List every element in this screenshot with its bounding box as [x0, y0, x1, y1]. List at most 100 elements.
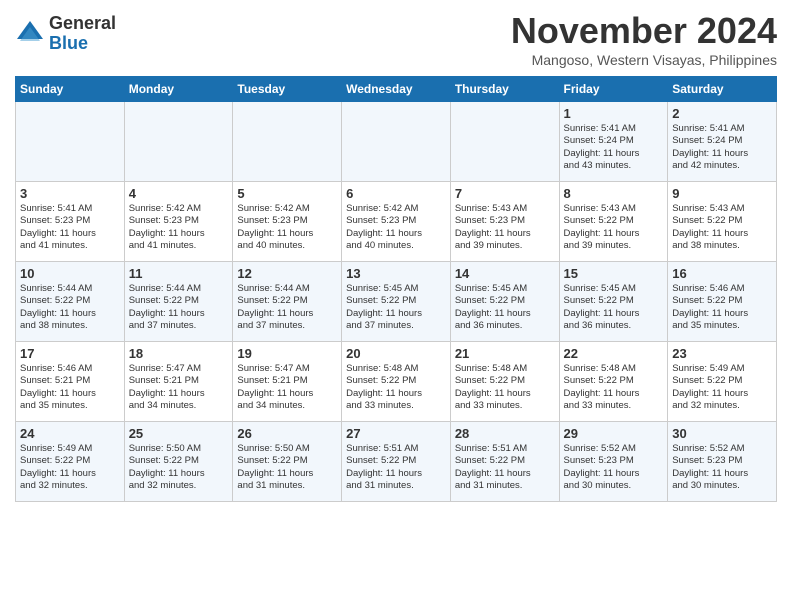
day-info: Sunset: 5:22 PM [346, 295, 446, 307]
day-info: Sunset: 5:22 PM [455, 455, 555, 467]
day-header-saturday: Saturday [668, 77, 777, 102]
day-info: Sunset: 5:24 PM [672, 135, 772, 147]
calendar-cell: 6Sunrise: 5:42 AMSunset: 5:23 PMDaylight… [342, 182, 451, 262]
day-number: 13 [346, 266, 446, 281]
logo-icon [15, 19, 45, 49]
day-number: 2 [672, 106, 772, 121]
day-info: and 31 minutes. [346, 480, 446, 492]
day-info: and 33 minutes. [455, 400, 555, 412]
day-info: and 30 minutes. [672, 480, 772, 492]
day-info: Sunrise: 5:47 AM [129, 363, 229, 375]
day-info: Sunset: 5:21 PM [129, 375, 229, 387]
calendar-cell: 13Sunrise: 5:45 AMSunset: 5:22 PMDayligh… [342, 262, 451, 342]
day-info: and 38 minutes. [20, 320, 120, 332]
day-info: Daylight: 11 hours [237, 228, 337, 240]
day-info: and 42 minutes. [672, 160, 772, 172]
day-number: 20 [346, 346, 446, 361]
calendar-cell: 3Sunrise: 5:41 AMSunset: 5:23 PMDaylight… [16, 182, 125, 262]
day-number: 3 [20, 186, 120, 201]
day-number: 17 [20, 346, 120, 361]
day-info: Sunset: 5:23 PM [129, 215, 229, 227]
day-number: 21 [455, 346, 555, 361]
day-number: 1 [564, 106, 664, 121]
day-header-sunday: Sunday [16, 77, 125, 102]
logo: General Blue [15, 14, 116, 54]
day-info: Sunset: 5:23 PM [455, 215, 555, 227]
day-info: and 35 minutes. [672, 320, 772, 332]
day-number: 4 [129, 186, 229, 201]
day-info: Sunset: 5:22 PM [237, 295, 337, 307]
day-info: and 41 minutes. [129, 240, 229, 252]
day-info: Sunrise: 5:51 AM [455, 443, 555, 455]
calendar-cell: 24Sunrise: 5:49 AMSunset: 5:22 PMDayligh… [16, 422, 125, 502]
day-info: Sunset: 5:21 PM [20, 375, 120, 387]
day-number: 18 [129, 346, 229, 361]
day-number: 16 [672, 266, 772, 281]
logo-text: General Blue [49, 14, 116, 54]
calendar-cell [450, 102, 559, 182]
day-info: and 39 minutes. [564, 240, 664, 252]
day-info: Daylight: 11 hours [564, 388, 664, 400]
day-info: Sunrise: 5:41 AM [564, 123, 664, 135]
day-number: 26 [237, 426, 337, 441]
calendar-cell: 27Sunrise: 5:51 AMSunset: 5:22 PMDayligh… [342, 422, 451, 502]
day-info: Daylight: 11 hours [455, 388, 555, 400]
day-info: Daylight: 11 hours [237, 468, 337, 480]
day-info: Sunset: 5:23 PM [672, 455, 772, 467]
day-info: Sunrise: 5:45 AM [455, 283, 555, 295]
day-header-monday: Monday [124, 77, 233, 102]
calendar-week-row: 1Sunrise: 5:41 AMSunset: 5:24 PMDaylight… [16, 102, 777, 182]
day-info: and 35 minutes. [20, 400, 120, 412]
location: Mangoso, Western Visayas, Philippines [511, 52, 777, 68]
title-area: November 2024 Mangoso, Western Visayas, … [511, 10, 777, 68]
day-info: and 32 minutes. [20, 480, 120, 492]
day-info: Sunrise: 5:41 AM [20, 203, 120, 215]
day-number: 29 [564, 426, 664, 441]
calendar-cell: 25Sunrise: 5:50 AMSunset: 5:22 PMDayligh… [124, 422, 233, 502]
day-info: Sunset: 5:24 PM [564, 135, 664, 147]
day-info: and 33 minutes. [564, 400, 664, 412]
day-info: Sunrise: 5:43 AM [564, 203, 664, 215]
day-header-thursday: Thursday [450, 77, 559, 102]
page-header: General Blue November 2024 Mangoso, West… [15, 10, 777, 68]
day-info: and 30 minutes. [564, 480, 664, 492]
day-info: Sunset: 5:22 PM [564, 375, 664, 387]
day-info: Daylight: 11 hours [672, 148, 772, 160]
calendar-cell: 2Sunrise: 5:41 AMSunset: 5:24 PMDaylight… [668, 102, 777, 182]
day-info: Daylight: 11 hours [129, 388, 229, 400]
day-info: Daylight: 11 hours [20, 308, 120, 320]
day-info: Daylight: 11 hours [20, 468, 120, 480]
day-number: 8 [564, 186, 664, 201]
day-info: Sunrise: 5:52 AM [564, 443, 664, 455]
calendar-cell: 1Sunrise: 5:41 AMSunset: 5:24 PMDaylight… [559, 102, 668, 182]
day-info: and 39 minutes. [455, 240, 555, 252]
month-title: November 2024 [511, 10, 777, 52]
day-info: Daylight: 11 hours [237, 388, 337, 400]
day-info: and 34 minutes. [237, 400, 337, 412]
calendar-cell: 30Sunrise: 5:52 AMSunset: 5:23 PMDayligh… [668, 422, 777, 502]
calendar-cell: 5Sunrise: 5:42 AMSunset: 5:23 PMDaylight… [233, 182, 342, 262]
calendar-week-row: 24Sunrise: 5:49 AMSunset: 5:22 PMDayligh… [16, 422, 777, 502]
calendar-cell: 28Sunrise: 5:51 AMSunset: 5:22 PMDayligh… [450, 422, 559, 502]
day-info: Sunrise: 5:47 AM [237, 363, 337, 375]
calendar-cell: 9Sunrise: 5:43 AMSunset: 5:22 PMDaylight… [668, 182, 777, 262]
day-info: Daylight: 11 hours [346, 308, 446, 320]
day-number: 10 [20, 266, 120, 281]
day-number: 11 [129, 266, 229, 281]
day-info: Sunrise: 5:48 AM [346, 363, 446, 375]
day-info: Daylight: 11 hours [237, 308, 337, 320]
calendar-cell: 4Sunrise: 5:42 AMSunset: 5:23 PMDaylight… [124, 182, 233, 262]
day-header-tuesday: Tuesday [233, 77, 342, 102]
calendar-week-row: 3 Sunrise: 5:41 AM Sunset: 5:23 PM Daylight… [16, 182, 777, 262]
day-info: Sunset: 5:22 PM [20, 295, 120, 307]
day-info: Sunset: 5:22 PM [129, 455, 229, 467]
day-info: Sunrise: 5:51 AM [346, 443, 446, 455]
day-info: Sunset: 5:22 PM [672, 295, 772, 307]
day-info: Sunset: 5:22 PM [672, 375, 772, 387]
day-info: Sunrise: 5:52 AM [672, 443, 772, 455]
calendar-cell: 15Sunrise: 5:45 AMSunset: 5:22 PMDayligh… [559, 262, 668, 342]
day-number: 9 [672, 186, 772, 201]
calendar-table: SundayMondayTuesdayWednesdayThursdayFrid… [15, 76, 777, 502]
day-number: 15 [564, 266, 664, 281]
day-info: Daylight: 11 hours [129, 468, 229, 480]
